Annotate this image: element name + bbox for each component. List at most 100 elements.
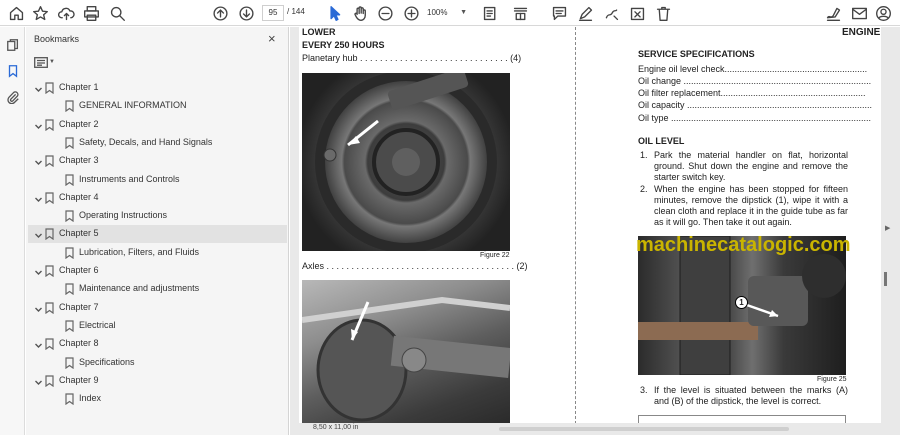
draw-icon[interactable] bbox=[601, 3, 621, 23]
step-number: 2. bbox=[640, 184, 648, 194]
page-size-label: 8,50 x 11,00 in bbox=[313, 424, 359, 431]
bookmark-label: Electrical bbox=[79, 319, 116, 330]
bookmark-item[interactable]: Instruments and Controls bbox=[28, 171, 287, 189]
chevron-down-icon[interactable] bbox=[34, 156, 43, 166]
bookmark-chapter[interactable]: Chapter 8 bbox=[28, 335, 287, 353]
bookmark-icon bbox=[45, 265, 54, 278]
vertical-scrollbar-thumb[interactable] bbox=[884, 272, 887, 286]
comment-icon[interactable] bbox=[549, 3, 569, 23]
watermark-text: machinecatalogic.com bbox=[636, 234, 851, 256]
chevron-down-icon[interactable] bbox=[34, 193, 43, 202]
bookmark-icon bbox=[45, 301, 54, 314]
attachment-icon[interactable] bbox=[4, 88, 21, 105]
service-row: Oil type ...............................… bbox=[638, 113, 872, 123]
bookmark-icon bbox=[65, 247, 74, 259]
chevron-down-icon[interactable] bbox=[34, 83, 43, 92]
account-icon[interactable] bbox=[873, 3, 893, 23]
bookmark-icon bbox=[65, 100, 74, 113]
bookmark-icon bbox=[65, 173, 74, 186]
step-text: If the level is situated between the mar… bbox=[654, 385, 848, 406]
highlight-pen-icon[interactable] bbox=[575, 3, 595, 23]
chevron-down-icon: ▼ bbox=[49, 59, 55, 65]
bookmark-item[interactable]: Lubrication, Filters, and Fluids bbox=[28, 244, 287, 262]
service-row: Oil capacity ...........................… bbox=[638, 100, 873, 110]
bookmark-label: Lubrication, Filters, and Fluids bbox=[79, 246, 200, 257]
chevron-down-icon: ▼ bbox=[460, 9, 467, 16]
bookmark-item[interactable]: Specifications bbox=[28, 354, 287, 372]
prev-page-icon[interactable] bbox=[210, 3, 230, 23]
bookmark-chapter[interactable]: Chapter 5 bbox=[28, 225, 287, 244]
sign-icon[interactable] bbox=[823, 3, 843, 23]
hand-tool-icon[interactable] bbox=[350, 3, 370, 23]
chevron-down-icon[interactable] bbox=[34, 266, 43, 275]
zoom-search-icon[interactable] bbox=[107, 3, 127, 23]
zoom-level-value: 100% bbox=[427, 8, 448, 17]
bookmark-icon bbox=[45, 228, 54, 241]
figure-22-caption: Figure 22 bbox=[480, 252, 510, 259]
chevron-down-icon[interactable] bbox=[34, 339, 43, 349]
bookmark-label: Safety, Decals, and Hand Signals bbox=[79, 136, 213, 147]
bookmark-chapter[interactable]: Chapter 4 bbox=[28, 189, 287, 207]
bookmark-label: Chapter 1 bbox=[59, 82, 99, 92]
zoom-in-icon[interactable] bbox=[401, 3, 421, 23]
bookmark-label: Index bbox=[79, 393, 102, 404]
bookmark-chapter[interactable]: Chapter 3 bbox=[28, 152, 287, 170]
scroll-mode-icon[interactable] bbox=[510, 3, 530, 23]
bookmark-label: Chapter 5 bbox=[59, 228, 99, 239]
engine-heading: ENGINE bbox=[842, 27, 881, 38]
service-specs-heading: SERVICE SPECIFICATIONS bbox=[638, 49, 755, 59]
bookmark-label: Maintenance and adjustments bbox=[79, 283, 200, 294]
bookmark-label: GENERAL INFORMATION bbox=[79, 100, 187, 111]
print-icon[interactable] bbox=[81, 3, 101, 23]
bookmark-icon bbox=[45, 155, 54, 168]
bookmark-chapter[interactable]: Chapter 9 bbox=[28, 372, 287, 390]
bookmark-chapter[interactable]: Chapter 2 bbox=[28, 116, 287, 134]
chevron-down-icon[interactable] bbox=[34, 229, 43, 239]
next-page-icon[interactable] bbox=[236, 3, 256, 23]
chevron-down-icon[interactable] bbox=[34, 376, 43, 385]
pdf-page: LOWER EVERY 250 HOURS Planetary hub . . … bbox=[299, 27, 881, 424]
erase-icon[interactable] bbox=[627, 3, 647, 23]
star-icon[interactable] bbox=[30, 3, 50, 23]
fit-page-icon[interactable] bbox=[480, 3, 500, 23]
page-number-input[interactable]: 95 bbox=[262, 5, 284, 21]
axle-photo bbox=[301, 280, 512, 424]
pages-thumbnails-icon[interactable] bbox=[4, 36, 21, 53]
status-bar: 8,50 x 11,00 in bbox=[299, 423, 881, 435]
bookmark-item[interactable]: Index bbox=[28, 390, 287, 408]
bookmark-item[interactable]: GENERAL INFORMATION bbox=[28, 97, 287, 115]
bookmark-icon bbox=[65, 393, 74, 406]
bookmark-chapter[interactable]: Chapter 6 bbox=[28, 262, 287, 280]
bookmark-icon bbox=[65, 137, 74, 150]
bookmarks-rail-icon[interactable] bbox=[4, 62, 21, 79]
bookmark-item[interactable]: Operating Instructions bbox=[28, 207, 287, 225]
select-cursor-icon[interactable] bbox=[324, 3, 344, 23]
zoom-out-icon[interactable] bbox=[375, 3, 395, 23]
bookmark-icon bbox=[45, 82, 54, 95]
horizontal-scrollbar[interactable] bbox=[499, 427, 789, 431]
chevron-down-icon[interactable] bbox=[34, 303, 43, 312]
bookmark-item[interactable]: Maintenance and adjustments bbox=[28, 280, 287, 298]
planetary-hub-photo bbox=[302, 68, 510, 253]
bookmark-item[interactable]: Safety, Decals, and Hand Signals bbox=[28, 134, 287, 152]
delete-icon[interactable] bbox=[653, 3, 673, 23]
bookmark-label: Chapter 2 bbox=[59, 118, 99, 129]
right-panel-handle[interactable]: ▶ bbox=[885, 224, 890, 232]
oil-level-heading: OIL LEVEL bbox=[638, 136, 685, 146]
home-icon[interactable] bbox=[6, 3, 26, 23]
bookmark-item[interactable]: Electrical bbox=[28, 317, 287, 335]
close-icon[interactable]: × bbox=[268, 31, 276, 46]
bookmark-options-button[interactable]: ▼ bbox=[34, 55, 56, 69]
panel-title: Bookmarks bbox=[34, 34, 80, 44]
bookmarks-panel: Bookmarks × ▼ Chapter 1 GENERAL INFORMATI… bbox=[26, 27, 289, 435]
email-icon[interactable] bbox=[849, 3, 869, 23]
bookmark-chapter[interactable]: Chapter 7 bbox=[28, 299, 287, 317]
service-row: Oil filter replacement..................… bbox=[638, 88, 866, 98]
zoom-level-select[interactable]: 100% ▼ bbox=[427, 5, 467, 21]
bookmark-label: Chapter 9 bbox=[59, 374, 99, 385]
step-2: 2. When the engine has been stopped for … bbox=[640, 184, 848, 228]
cloud-upload-icon[interactable] bbox=[56, 3, 76, 23]
chevron-down-icon[interactable] bbox=[34, 120, 43, 129]
main-toolbar: 95 / 144 100% ▼ bbox=[0, 0, 900, 26]
bookmark-chapter[interactable]: Chapter 1 bbox=[28, 79, 287, 97]
